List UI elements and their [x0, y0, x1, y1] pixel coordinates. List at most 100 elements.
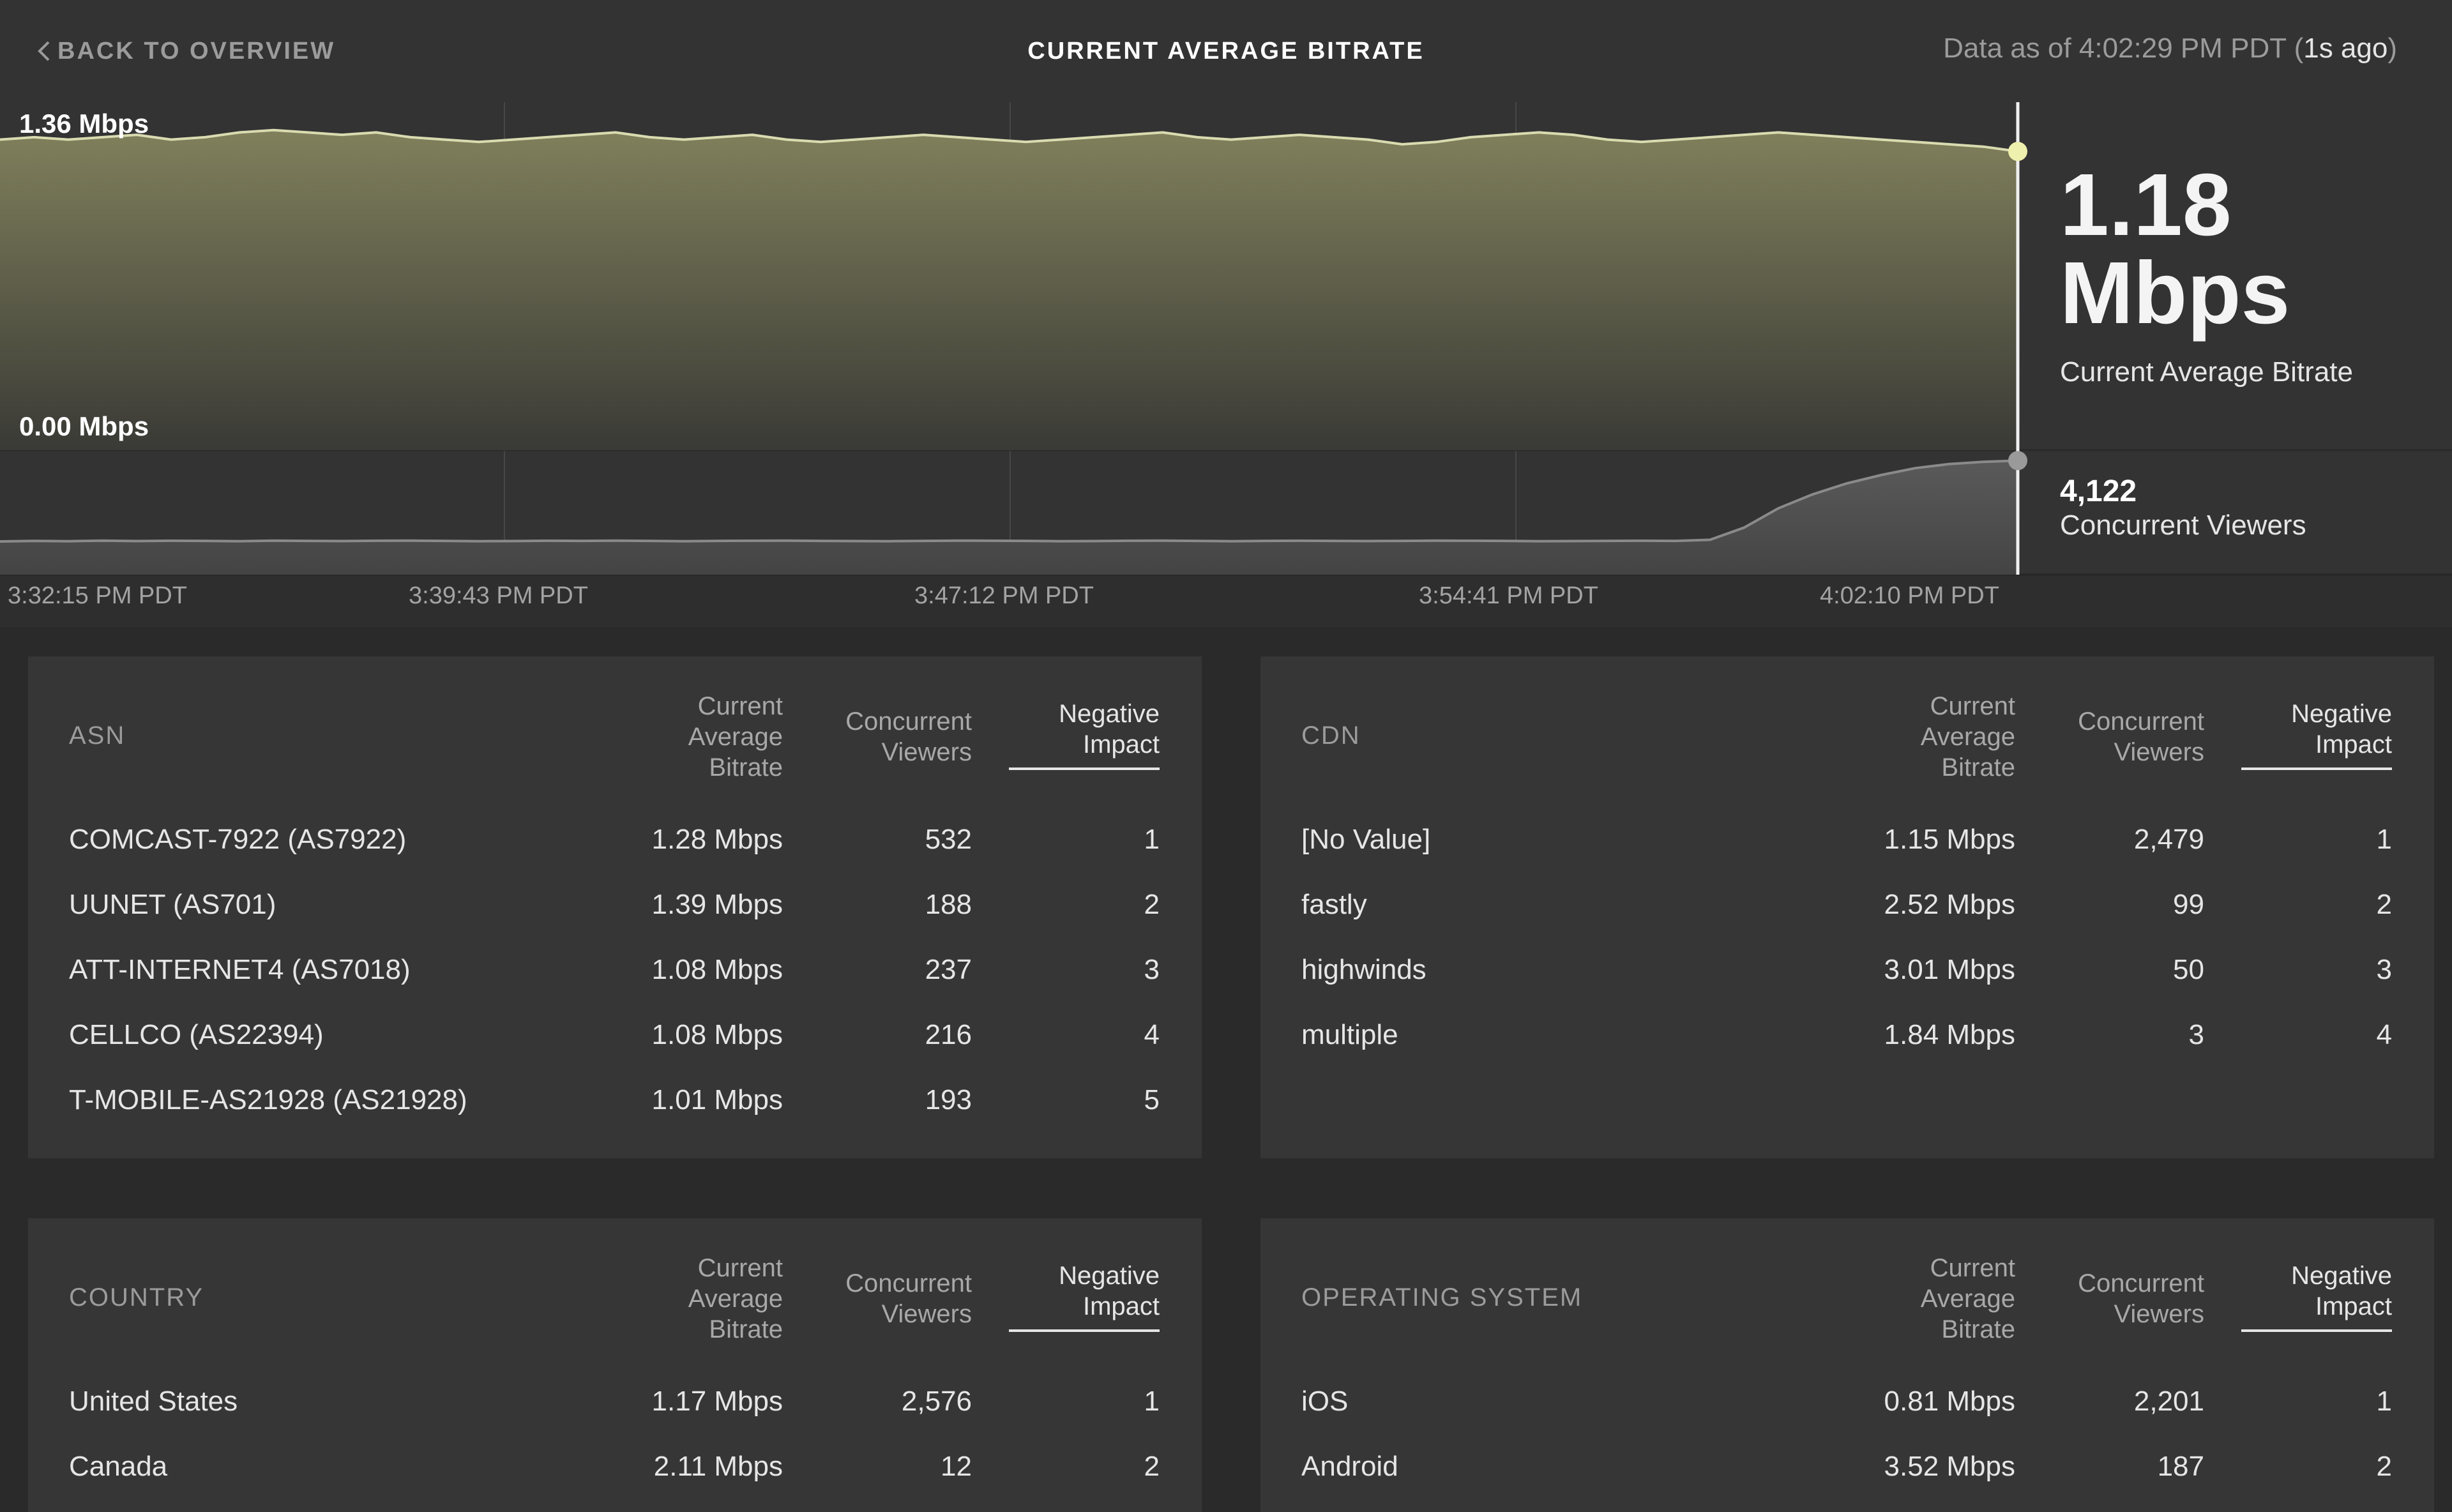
- column-header-viewers[interactable]: Concurrent Viewers: [2025, 1268, 2204, 1329]
- row-bitrate: 1.01 Mbps: [652, 1084, 783, 1116]
- row-impact: 5: [1144, 1084, 1160, 1116]
- x-tick-label: 3:47:12 PM PDT: [914, 582, 1094, 610]
- y-axis-max-label: 1.36 Mbps: [19, 109, 149, 139]
- row-bitrate: 0.81 Mbps: [1884, 1386, 2015, 1418]
- table-row[interactable]: ATT-INTERNET4 (AS7018)1.08 Mbps2373: [28, 941, 1202, 1006]
- table-title: OPERATING SYSTEM: [1301, 1283, 1582, 1312]
- dashboard: BACK TO OVERVIEW CURRENT AVERAGE BITRATE…: [0, 0, 2452, 1483]
- viewers-current-marker: [2008, 451, 2027, 470]
- row-name: COMCAST-7922 (AS7922): [69, 824, 406, 856]
- timestamp-suffix: ): [2388, 33, 2397, 64]
- cdn-table-panel: CDN Current Average Bitrate Concurrent V…: [1260, 656, 2434, 1158]
- row-viewers: 2,201: [2134, 1386, 2204, 1418]
- table-row[interactable]: fastly 2.52 Mbps 99 2: [1260, 876, 2434, 941]
- asn-table-panel: ASN Current Average Bitrate Concurrent V…: [28, 656, 1202, 1158]
- row-viewers: 193: [925, 1084, 972, 1116]
- row-impact: 2: [1144, 889, 1160, 921]
- row-impact: 1: [2377, 1386, 2392, 1418]
- table-row[interactable]: highwinds 3.01 Mbps 50 3: [1260, 941, 2434, 1006]
- table-header: OPERATING SYSTEM Current Average Bitrate…: [1260, 1218, 2434, 1359]
- row-impact: 4: [1144, 1019, 1160, 1051]
- current-bitrate-value: 1.18 Mbps: [2060, 161, 2418, 337]
- table-row[interactable]: Android3.52 Mbps1872: [1260, 1438, 2434, 1503]
- country-table-panel: COUNTRY Current Average Bitrate Concurre…: [28, 1218, 1202, 1512]
- row-name: iOS: [1301, 1386, 1348, 1418]
- row-name: fastly: [1301, 889, 1367, 921]
- row-impact: 4: [2377, 1019, 2392, 1051]
- table-row[interactable]: COMCAST-7922 (AS7922)1.28 Mbps5321: [28, 811, 1202, 876]
- row-bitrate: 2.52 Mbps: [1884, 889, 2015, 921]
- table-header: ASN Current Average Bitrate Concurrent V…: [28, 656, 1202, 797]
- row-bitrate: 1.17 Mbps: [652, 1386, 783, 1418]
- row-bitrate: 1.84 Mbps: [1884, 1019, 2015, 1051]
- column-header-viewers[interactable]: Concurrent Viewers: [793, 706, 972, 767]
- row-name: UUNET (AS701): [69, 889, 276, 921]
- table-body: iOS0.81 Mbps2,2011 Android3.52 Mbps1872: [1260, 1373, 2434, 1503]
- row-name: highwinds: [1301, 954, 1427, 986]
- row-impact: 1: [2377, 824, 2392, 856]
- operating-system-table-panel: OPERATING SYSTEM Current Average Bitrate…: [1260, 1218, 2434, 1512]
- table-row[interactable]: UUNET (AS701) 1.39 Mbps 188 2: [28, 876, 1202, 941]
- row-name: Canada: [69, 1451, 167, 1483]
- table-row[interactable]: CELLCO (AS22394)1.08 Mbps2164: [28, 1006, 1202, 1071]
- row-viewers: 12: [941, 1451, 972, 1483]
- row-viewers: 532: [925, 824, 972, 856]
- viewers-series-line: [0, 460, 2018, 541]
- timestamp-ago: 1s ago: [2303, 33, 2388, 64]
- row-bitrate: 1.39 Mbps: [652, 889, 783, 921]
- row-impact: 3: [1144, 954, 1160, 986]
- x-tick-label: 3:32:15 PM PDT: [8, 582, 187, 610]
- row-name: [No Value]: [1301, 824, 1430, 856]
- column-header-impact-sorted[interactable]: Negative Impact: [2241, 1260, 2392, 1332]
- x-tick-label: 4:02:10 PM PDT: [1820, 582, 1999, 610]
- row-impact: 2: [2377, 1451, 2392, 1483]
- row-viewers: 2,576: [902, 1386, 972, 1418]
- row-bitrate: 2.11 Mbps: [654, 1451, 783, 1483]
- row-bitrate: 1.08 Mbps: [652, 954, 783, 986]
- column-header-bitrate[interactable]: Current Average Bitrate: [617, 691, 783, 783]
- y-axis-min-label: 0.00 Mbps: [19, 411, 149, 442]
- table-row[interactable]: T-MOBILE-AS21928 (AS21928) 1.01 Mbps 193 5: [28, 1071, 1202, 1137]
- row-viewers: 237: [925, 954, 972, 986]
- table-row[interactable]: iOS 0.81 Mbps 2,201 1: [1260, 1373, 2434, 1438]
- row-name: United States: [69, 1386, 238, 1418]
- column-header-viewers[interactable]: Concurrent Viewers: [793, 1268, 972, 1329]
- row-viewers: 99: [2173, 889, 2204, 921]
- row-viewers: 188: [925, 889, 972, 921]
- row-viewers: 50: [2173, 954, 2204, 986]
- x-tick-label: 3:39:43 PM PDT: [409, 582, 588, 610]
- table-header: CDN Current Average Bitrate Concurrent V…: [1260, 656, 2434, 797]
- row-viewers: 3: [2189, 1019, 2204, 1051]
- table-row[interactable]: United States1.17 Mbps2,5761: [28, 1373, 1202, 1438]
- x-tick-label: 3:54:41 PM PDT: [1419, 582, 1598, 610]
- data-timestamp: Data as of 4:02:29 PM PDT (1s ago): [1943, 29, 2397, 68]
- concurrent-viewers-label: Concurrent Viewers: [2060, 510, 2306, 541]
- table-title: CDN: [1301, 722, 1361, 750]
- row-bitrate: 3.01 Mbps: [1884, 954, 2015, 986]
- row-impact: 2: [2377, 889, 2392, 921]
- row-name: Android: [1301, 1451, 1398, 1483]
- column-header-impact-sorted[interactable]: Negative Impact: [2241, 699, 2392, 770]
- column-header-impact-sorted[interactable]: Negative Impact: [1009, 699, 1160, 770]
- bitrate-current-marker: [2008, 142, 2027, 161]
- table-row[interactable]: [No Value]1.15 Mbps2,4791: [1260, 811, 2434, 876]
- row-bitrate: 3.52 Mbps: [1884, 1451, 2015, 1483]
- table-row[interactable]: multiple1.84 Mbps34: [1260, 1006, 2434, 1071]
- column-header-impact-sorted[interactable]: Negative Impact: [1009, 1260, 1160, 1332]
- column-header-bitrate[interactable]: Current Average Bitrate: [1849, 691, 2015, 783]
- row-impact: 3: [2377, 954, 2392, 986]
- row-name: T-MOBILE-AS21928 (AS21928): [69, 1084, 467, 1116]
- column-header-bitrate[interactable]: Current Average Bitrate: [617, 1253, 783, 1345]
- table-row[interactable]: Canada 2.11 Mbps 12 2: [28, 1438, 1202, 1503]
- column-header-bitrate[interactable]: Current Average Bitrate: [1849, 1253, 2015, 1345]
- x-axis-band: [0, 575, 2452, 627]
- table-title: ASN: [69, 722, 125, 750]
- column-header-viewers[interactable]: Concurrent Viewers: [2025, 706, 2204, 767]
- table-body: [No Value]1.15 Mbps2,4791 fastly2.52 Mbp…: [1260, 811, 2434, 1071]
- viewers-series-area: [0, 460, 2018, 575]
- timestamp-prefix: Data as of 4:02:29 PM PDT (: [1943, 33, 2303, 64]
- row-impact: 2: [1144, 1451, 1160, 1483]
- row-viewers: 2,479: [2134, 824, 2204, 856]
- table-header: COUNTRY Current Average Bitrate Concurre…: [28, 1218, 1202, 1359]
- current-bitrate-label: Current Average Bitrate: [2060, 356, 2353, 388]
